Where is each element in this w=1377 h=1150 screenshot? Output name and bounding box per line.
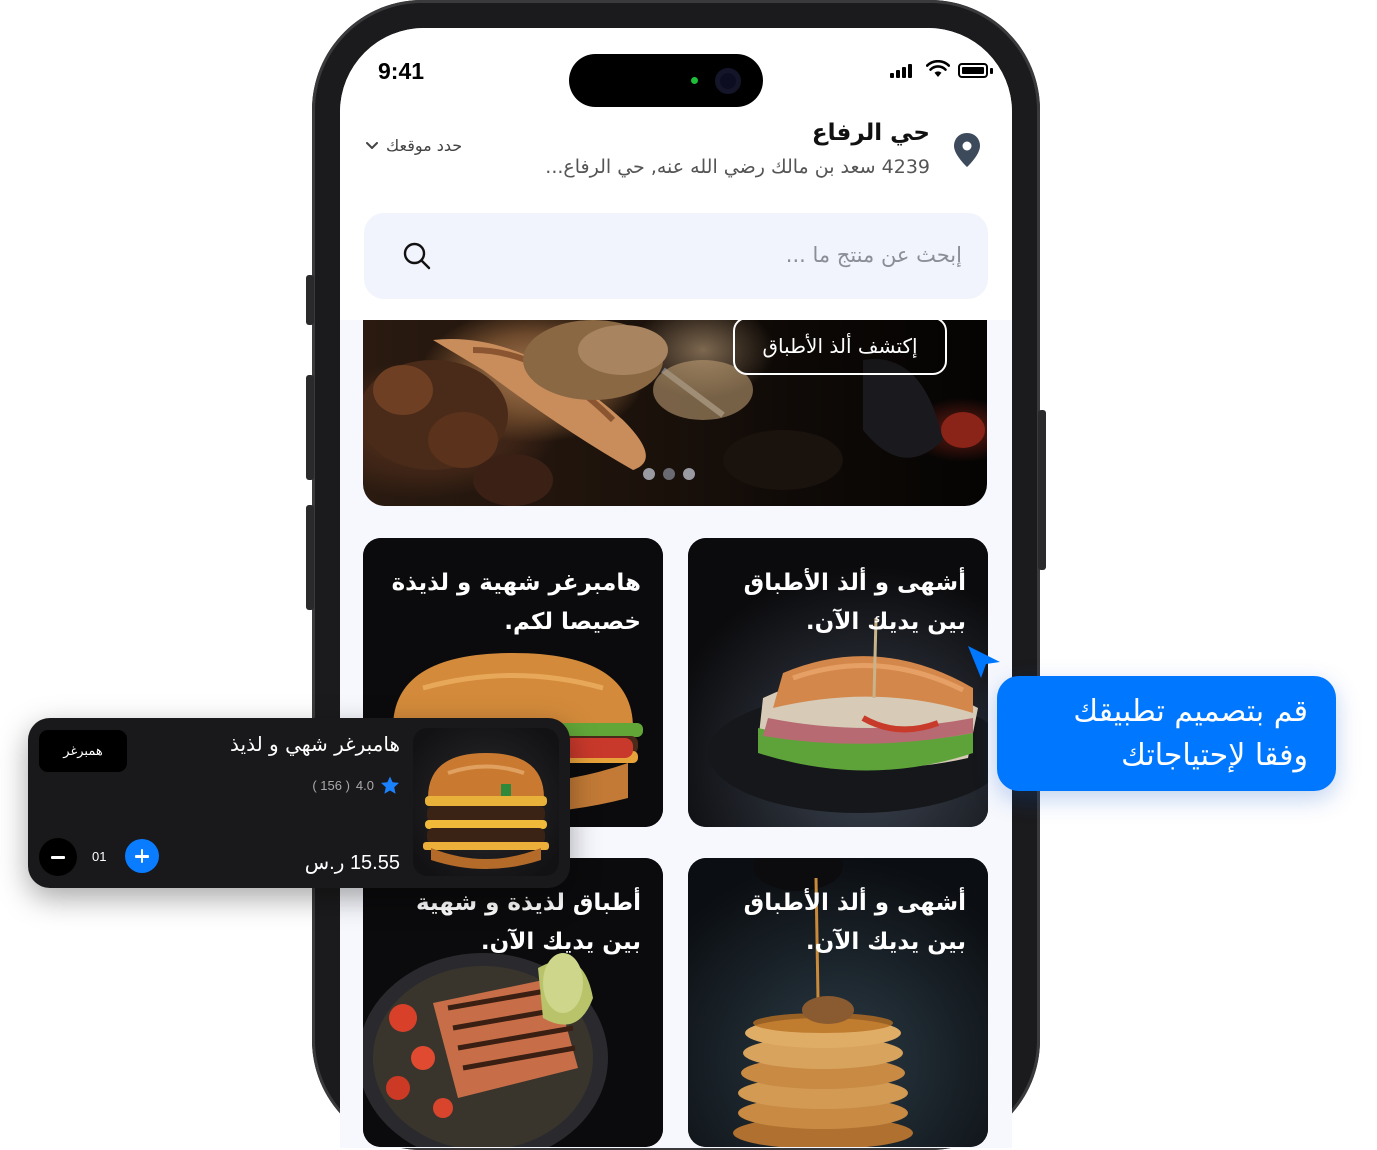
card-title: هامبرغر شهية و لذيذة خصيصا لكم. <box>373 564 641 642</box>
camera-indicator-dot <box>691 77 698 84</box>
card-title-line2: بين يديك الآن. <box>480 929 641 955</box>
silent-switch <box>306 275 314 325</box>
product-image <box>413 728 559 876</box>
volume-up-button <box>306 375 314 480</box>
increase-quantity-button[interactable] <box>125 839 159 873</box>
chevron-down-icon <box>366 141 378 149</box>
carousel-dot[interactable] <box>643 468 655 480</box>
front-camera <box>715 68 741 94</box>
discover-dishes-button[interactable]: إكتشف ألذ الأطباق <box>733 320 947 375</box>
wifi-icon <box>926 60 950 77</box>
volume-down-button <box>306 505 314 610</box>
card-title: أشهى و ألذ الأطباق بين يديك الآن. <box>698 884 966 962</box>
header-area: 9:41 حي الرفاع 4239 سعد بن مالك رضي الله… <box>340 28 1012 320</box>
rating-value: 4.0 <box>355 778 374 793</box>
battery-icon <box>958 63 988 78</box>
product-card[interactable]: هامبرغر شهي و لذيذ 4.0 ( 156 ) 15.55 ر.س… <box>28 718 570 888</box>
promo-card-sandwich[interactable]: أشهى و ألذ الأطباق بين يديك الآن. <box>688 538 988 827</box>
dynamic-island <box>569 54 763 107</box>
status-time: 9:41 <box>378 58 425 84</box>
carousel-dot[interactable] <box>683 468 695 480</box>
card-title: أطباق لذيذة و شهية بين يديك الآن. <box>373 884 641 962</box>
product-price: 15.55 ر.س <box>304 852 400 874</box>
decrease-quantity-button[interactable] <box>39 838 77 876</box>
category-tag[interactable]: همبرغر <box>39 730 127 772</box>
location-title: حي الرفاع <box>811 120 930 146</box>
quantity-value: 01 <box>92 849 107 864</box>
callout-bubble: قم بتصميم تطبيقك وفقا لإحتياجاتك <box>997 676 1336 791</box>
location-address: 4239 سعد بن مالك رضي الله عنه, حي الرفاع… <box>545 156 930 178</box>
power-button <box>1038 410 1046 570</box>
select-location-label: حدد موقعك <box>386 136 463 155</box>
search-placeholder: إبحث عن منتج ما ... <box>785 243 962 267</box>
card-title-line1: أشهى و ألذ الأطباق <box>743 890 966 916</box>
promo-card-pancakes[interactable]: أشهى و ألذ الأطباق بين يديك الآن. <box>688 858 988 1147</box>
search-input[interactable]: إبحث عن منتج ما ... <box>364 213 988 299</box>
card-title-line2: بين يديك الآن. <box>805 929 966 955</box>
location-pin-icon[interactable] <box>952 132 982 168</box>
card-title-line1: أطباق لذيذة و شهية <box>415 890 641 916</box>
star-icon <box>381 776 399 794</box>
select-location-button[interactable]: حدد موقعك <box>366 136 462 155</box>
card-title-line1: هامبرغر شهية و لذيذة <box>391 570 641 596</box>
carousel-dot-active[interactable] <box>663 468 675 480</box>
promo-card-salmon[interactable]: أطباق لذيذة و شهية بين يديك الآن. <box>363 858 663 1147</box>
product-name: هامبرغر شهي و لذيذ <box>230 732 400 756</box>
signal-icon <box>890 64 916 78</box>
product-rating: 4.0 ( 156 ) <box>312 776 400 795</box>
phone-screen: 9:41 حي الرفاع 4239 سعد بن مالك رضي الله… <box>340 28 1012 1148</box>
battery-tip <box>990 68 993 74</box>
rating-count: ( 156 ) <box>312 778 350 793</box>
card-title: أشهى و ألذ الأطباق بين يديك الآن. <box>698 564 966 642</box>
cursor-pointer-icon <box>968 646 1000 678</box>
card-title-line2: خصيصا لكم. <box>504 609 641 635</box>
search-icon[interactable] <box>402 241 432 271</box>
callout-line2: وفقا لإحتياجاتك <box>1121 738 1308 773</box>
promo-banner[interactable]: إكتشف ألذ الأطباق <box>363 320 987 506</box>
card-title-line1: أشهى و ألذ الأطباق <box>743 570 966 596</box>
carousel-dots[interactable] <box>643 468 695 480</box>
burger-image <box>423 753 549 869</box>
card-title-line2: بين يديك الآن. <box>805 609 966 635</box>
callout-line1: قم بتصميم تطبيقك <box>1073 694 1308 729</box>
